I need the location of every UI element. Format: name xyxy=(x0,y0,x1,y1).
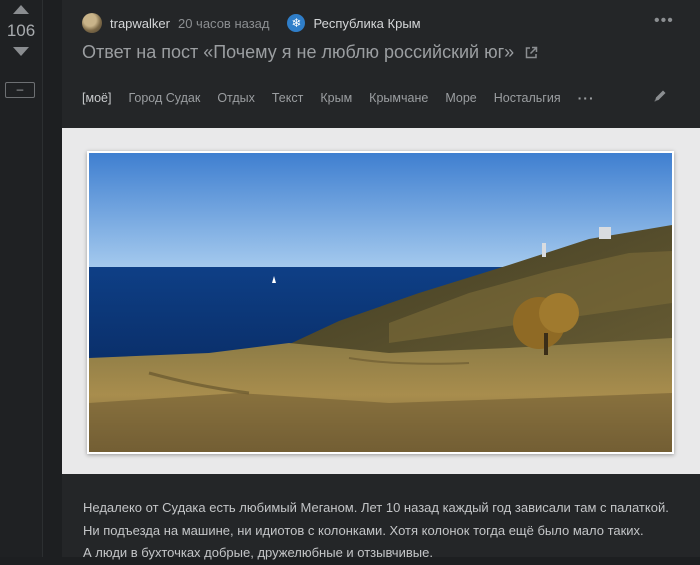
collapse-button[interactable]: – xyxy=(5,82,35,98)
ellipsis-icon[interactable]: ··· xyxy=(578,90,595,106)
body-paragraph: А люди в бухточках добрые, дружелюбные и… xyxy=(83,545,433,560)
post-time[interactable]: 20 часов назад xyxy=(178,16,270,31)
community-link[interactable]: Республика Крым xyxy=(313,16,420,31)
post-title[interactable]: Ответ на пост «Почему я не люблю российс… xyxy=(82,42,514,63)
tag-item[interactable]: Крым xyxy=(320,91,352,105)
tag-item[interactable]: Город Судак xyxy=(128,91,200,105)
tag-list: [моё] Город Судак Отдых Текст Крым Крымч… xyxy=(82,89,595,107)
vote-rail: 106 – xyxy=(0,0,43,557)
pencil-icon[interactable] xyxy=(652,88,668,104)
ellipsis-icon[interactable]: ••• xyxy=(654,12,674,30)
tag-item[interactable]: Отдых xyxy=(217,91,255,105)
arrow-down-icon[interactable] xyxy=(13,47,29,56)
post-card: trapwalker 20 часов назад ❄ Республика К… xyxy=(62,0,700,560)
vote-count: 106 xyxy=(6,21,36,40)
landscape-photo xyxy=(89,153,672,452)
tag-item[interactable]: Крымчане xyxy=(369,91,428,105)
post-header: trapwalker 20 часов назад ❄ Республика К… xyxy=(82,11,421,35)
body-paragraph: Ни подъезда на машине, ни идиотов с коло… xyxy=(83,522,644,538)
post-photo[interactable] xyxy=(87,151,674,454)
tag-item[interactable]: Море xyxy=(445,91,476,105)
post-image-block xyxy=(62,128,700,474)
tag-item[interactable]: [моё] xyxy=(82,91,111,105)
tag-item[interactable]: Текст xyxy=(272,91,303,105)
body-paragraph: Недалеко от Судака есть любимый Меганом.… xyxy=(83,500,669,515)
tag-item[interactable]: Ностальгия xyxy=(494,91,561,105)
title-row: Ответ на пост «Почему я не люблю российс… xyxy=(82,42,538,63)
post-body: Недалеко от Судака есть любимый Меганом.… xyxy=(83,497,683,565)
avatar[interactable] xyxy=(82,13,102,33)
external-link-icon[interactable] xyxy=(524,46,538,60)
snowflake-icon[interactable]: ❄ xyxy=(287,14,306,32)
author-link[interactable]: trapwalker xyxy=(110,16,170,31)
arrow-up-icon[interactable] xyxy=(13,5,29,14)
